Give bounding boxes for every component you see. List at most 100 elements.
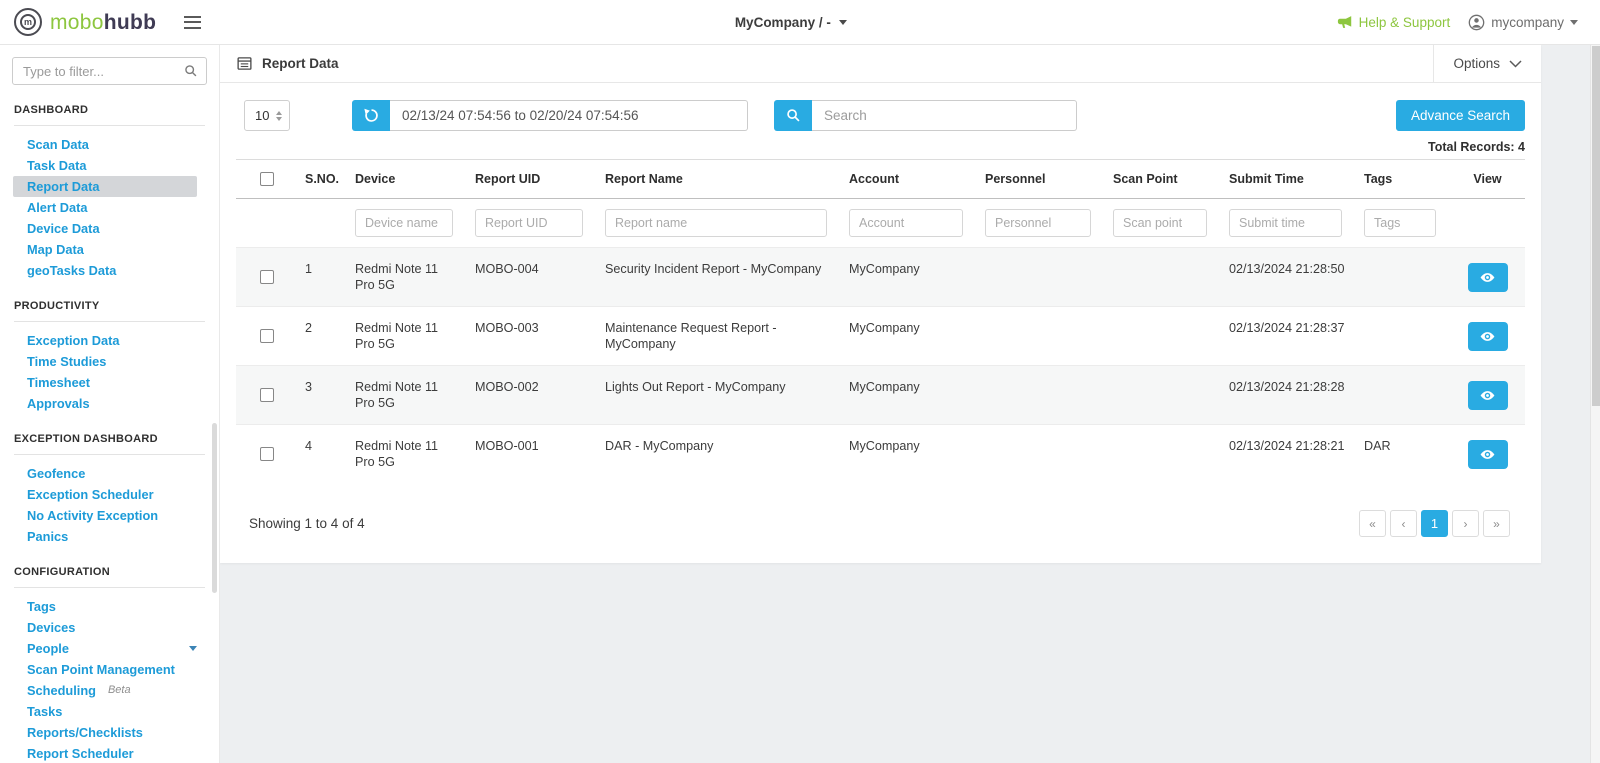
sidebar-item-task-data[interactable]: Task Data [0, 155, 219, 176]
sidebar-item-device-data[interactable]: Device Data [0, 218, 219, 239]
sidebar-item-scan-data[interactable]: Scan Data [0, 134, 219, 155]
view-report-button[interactable] [1468, 263, 1508, 292]
page-scrollbar-thumb[interactable] [1592, 46, 1600, 406]
filter-input-device-name[interactable] [355, 209, 453, 237]
sidebar-item-approvals[interactable]: Approvals [0, 393, 219, 414]
sidebar-item-label: Time Studies [27, 354, 106, 369]
sidebar-item-label: Geofence [27, 466, 85, 481]
filter-input-submit-time[interactable] [1229, 209, 1342, 237]
advance-search-button[interactable]: Advance Search [1396, 100, 1525, 131]
sidebar-item-exception-scheduler[interactable]: Exception Scheduler [0, 484, 219, 505]
sidebar-item-geofence[interactable]: Geofence [0, 463, 219, 484]
panel-body: 10 Advance Sea [220, 83, 1541, 563]
company-selector[interactable]: MyCompany / - [735, 15, 847, 30]
sidebar-item-exception-data[interactable]: Exception Data [0, 330, 219, 351]
row-checkbox[interactable] [260, 447, 274, 461]
page-scrollbar[interactable] [1590, 0, 1600, 763]
main-content: Report Data Options 10 [220, 45, 1600, 763]
sidebar-filter-input[interactable] [12, 57, 207, 85]
sidebar-item-alert-data[interactable]: Alert Data [0, 197, 219, 218]
sidebar-nav: DASHBOARDScan DataTask DataReport DataAl… [0, 104, 219, 763]
column-header-submit-time: Submit Time [1221, 160, 1356, 199]
sidebar-item-devices[interactable]: Devices [0, 617, 219, 638]
sidebar-item-label: Task Data [27, 158, 87, 173]
cell-tags: DAR [1356, 425, 1450, 484]
sidebar-item-people[interactable]: People [0, 638, 219, 659]
view-report-button[interactable] [1468, 381, 1508, 410]
brand-name-dark: hubb [104, 11, 157, 34]
cell-report-name: Maintenance Request Report - MyCompany [597, 307, 841, 366]
cell-personnel [977, 425, 1105, 484]
pagination-first[interactable]: « [1359, 510, 1386, 537]
column-header-report-uid: Report UID [467, 160, 597, 199]
sidebar-item-geotasks-data[interactable]: geoTasks Data [0, 260, 219, 281]
sidebar-scrollbar-thumb[interactable] [212, 423, 217, 593]
sidebar-item-reports-checklists[interactable]: Reports/Checklists [0, 722, 219, 743]
sidebar-item-time-studies[interactable]: Time Studies [0, 351, 219, 372]
brand-logo[interactable]: m mobohubb [14, 8, 156, 36]
cell-report-name: DAR - MyCompany [597, 425, 841, 484]
cell-device: Redmi Note 11 Pro 5G [347, 425, 467, 484]
filter-cell [597, 199, 841, 248]
pagination-page-1[interactable]: 1 [1421, 510, 1448, 537]
cell-tags [1356, 248, 1450, 307]
sidebar-section-productivity: PRODUCTIVITYException DataTime StudiesTi… [0, 300, 219, 414]
filter-input-personnel[interactable] [985, 209, 1091, 237]
cell-scan-point [1105, 307, 1221, 366]
report-table: S.NO.DeviceReport UIDReport NameAccountP… [236, 159, 1525, 483]
view-report-button[interactable] [1468, 322, 1508, 351]
options-button[interactable]: Options [1433, 45, 1541, 83]
pagination-next[interactable]: › [1452, 510, 1479, 537]
chevron-down-icon [1509, 60, 1522, 68]
sidebar-item-report-data[interactable]: Report Data [13, 176, 197, 197]
view-cell [1450, 248, 1525, 307]
cell-scan-point [1105, 248, 1221, 307]
row-checkbox-cell [236, 307, 297, 366]
filter-input-scan-point[interactable] [1113, 209, 1207, 237]
pagination-prev[interactable]: ‹ [1390, 510, 1417, 537]
sidebar-item-scheduling[interactable]: SchedulingBeta [0, 680, 219, 701]
sidebar-item-label: Scan Data [27, 137, 89, 152]
sidebar-item-tasks[interactable]: Tasks [0, 701, 219, 722]
sidebar-item-label: Timesheet [27, 375, 90, 390]
sidebar-item-map-data[interactable]: Map Data [0, 239, 219, 260]
cell-report-uid: MOBO-004 [467, 248, 597, 307]
filter-input-report-name[interactable] [605, 209, 827, 237]
sidebar-item-panics[interactable]: Panics [0, 526, 219, 547]
hamburger-menu-icon[interactable] [184, 16, 201, 29]
refresh-button[interactable] [352, 100, 390, 131]
filter-input-tags[interactable] [1364, 209, 1436, 237]
row-checkbox[interactable] [260, 388, 274, 402]
cell-account: MyCompany [841, 307, 977, 366]
total-records: Total Records: 4 [236, 140, 1525, 154]
search-input[interactable] [812, 100, 1077, 131]
table-row: 4Redmi Note 11 Pro 5GMOBO-001DAR - MyCom… [236, 425, 1525, 484]
filter-input-report-uid[interactable] [475, 209, 583, 237]
view-report-button[interactable] [1468, 440, 1508, 469]
filter-input-account[interactable] [849, 209, 963, 237]
sidebar-item-label: Exception Scheduler [27, 487, 154, 502]
row-checkbox-cell [236, 366, 297, 425]
eye-icon [1480, 270, 1495, 285]
user-menu[interactable]: mycompany [1468, 14, 1578, 31]
sidebar-item-scan-point-management[interactable]: Scan Point Management [0, 659, 219, 680]
row-checkbox[interactable] [260, 270, 274, 284]
sidebar-item-no-activity-exception[interactable]: No Activity Exception [0, 505, 219, 526]
sidebar-item-report-scheduler[interactable]: Report Scheduler [0, 743, 219, 763]
search-button[interactable] [774, 100, 812, 131]
cell-account: MyCompany [841, 425, 977, 484]
page-size-select[interactable]: 10 [244, 100, 290, 131]
row-checkbox[interactable] [260, 329, 274, 343]
caret-down-icon [1570, 20, 1578, 29]
help-support-link[interactable]: Help & Support [1337, 15, 1451, 30]
cell-scan-point [1105, 425, 1221, 484]
sidebar-item-timesheet[interactable]: Timesheet [0, 372, 219, 393]
cell-report-uid: MOBO-002 [467, 366, 597, 425]
view-cell [1450, 425, 1525, 484]
date-range-input[interactable] [390, 100, 748, 131]
sidebar-section-title: CONFIGURATION [0, 566, 219, 579]
sidebar-item-tags[interactable]: Tags [0, 596, 219, 617]
select-all-checkbox[interactable] [260, 172, 274, 186]
sidebar-filter [12, 57, 207, 85]
pagination-last[interactable]: » [1483, 510, 1510, 537]
